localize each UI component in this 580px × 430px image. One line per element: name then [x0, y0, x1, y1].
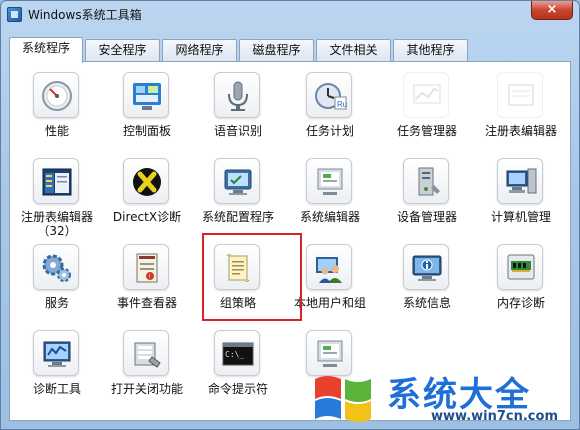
event-viewer-icon: ! — [123, 244, 169, 290]
tool-registry-editor[interactable]: 注册表编辑器 — [473, 68, 569, 152]
tool-computer-management[interactable]: 计算机管理 — [473, 154, 569, 238]
tab-security-programs[interactable]: 安全程序 — [85, 39, 160, 62]
tool-label: 设备管理器 — [396, 210, 457, 224]
tool-label: 控制面板 — [122, 124, 171, 138]
tab-file-related[interactable]: 文件相关 — [316, 39, 391, 62]
local-users-icon — [306, 244, 352, 290]
tool-label: 命令提示符 — [207, 382, 268, 396]
group-policy-highlight — [202, 233, 302, 321]
tool-event-viewer[interactable]: ! 事件查看器 — [99, 240, 195, 324]
tool-directx-diagnostics[interactable]: DirectX诊断 — [99, 154, 195, 238]
tool-label: 诊断工具 — [32, 382, 81, 396]
tab-bar: 系统程序 安全程序 网络程序 磁盘程序 文件相关 其他程序 — [9, 37, 571, 63]
tool-label: 计算机管理 — [490, 210, 551, 224]
tab-disk-programs[interactable]: 磁盘程序 — [239, 39, 314, 62]
tool-command-prompt[interactable]: C:\_ 命令提示符 — [190, 326, 286, 410]
task-scheduler-icon: Ru — [306, 72, 352, 118]
tool-label: DirectX诊断 — [112, 210, 182, 224]
close-button[interactable]: × — [531, 1, 573, 20]
tool-label: 任务管理器 — [396, 124, 457, 138]
watermark-url: www.win7cn.com — [431, 409, 558, 424]
windows-flag-icon — [315, 376, 371, 422]
tool-performance[interactable]: 性能 — [9, 68, 105, 152]
performance-gauge-icon — [33, 72, 79, 118]
tool-control-panel[interactable]: 控制面板 — [99, 68, 195, 152]
tool-window: Windows系统工具箱 × 系统程序 安全程序 网络程序 磁盘程序 文件相关 … — [0, 0, 580, 430]
tab-other-programs[interactable]: 其他程序 — [393, 39, 468, 62]
task-manager-icon — [403, 72, 449, 118]
tool-memory-diagnostics[interactable]: 内存诊断 — [473, 240, 569, 324]
control-panel-icon — [123, 72, 169, 118]
tool-label: 服务 — [44, 296, 69, 310]
tool-speech-recognition[interactable]: 语音识别 — [190, 68, 286, 152]
svg-text:Ru: Ru — [337, 100, 347, 109]
tool-label: 任务计划 — [305, 124, 354, 138]
tab-system-programs[interactable]: 系统程序 — [9, 37, 83, 63]
tool-label: 注册表编辑器（32） — [20, 210, 93, 238]
system-config-icon — [214, 158, 260, 204]
registry-editor-icon — [497, 72, 543, 118]
diagnostic-tools-icon — [33, 330, 79, 376]
services-gear-icon — [33, 244, 79, 290]
watermark: 系统大全 www.win7cn.com — [301, 361, 576, 427]
window-title: Windows系统工具箱 — [28, 8, 142, 22]
tool-label: 打开关闭功能 — [110, 382, 183, 396]
memory-diagnostics-icon — [497, 244, 543, 290]
command-prompt-icon: C:\_ — [214, 330, 260, 376]
windows-features-icon — [123, 330, 169, 376]
device-manager-icon — [403, 158, 449, 204]
tool-task-scheduler[interactable]: Ru 任务计划 — [282, 68, 378, 152]
tool-windows-features[interactable]: 打开关闭功能 — [99, 326, 195, 410]
tool-label: 性能 — [44, 124, 69, 138]
speech-recognition-icon — [214, 72, 260, 118]
tool-task-manager[interactable]: 任务管理器 — [379, 68, 475, 152]
tool-system-editor[interactable]: 系统编辑器 — [282, 154, 378, 238]
tool-label: 语音识别 — [213, 124, 262, 138]
svg-text:C:\_: C:\_ — [225, 350, 244, 359]
tool-system-configuration[interactable]: 系统配置程序 — [190, 154, 286, 238]
tab-network-programs[interactable]: 网络程序 — [162, 39, 237, 62]
tool-registry-editor-32[interactable]: 注册表编辑器（32） — [9, 154, 105, 238]
directx-icon — [123, 158, 169, 204]
registry-editor-32-icon — [33, 158, 79, 204]
system-info-icon — [403, 244, 449, 290]
tool-label: 事件查看器 — [116, 296, 177, 310]
title-bar[interactable]: Windows系统工具箱 × — [1, 1, 579, 27]
tool-diagnostic-tools[interactable]: 诊断工具 — [9, 326, 105, 410]
tool-system-information[interactable]: 系统信息 — [379, 240, 475, 324]
tool-label: 系统信息 — [402, 296, 451, 310]
computer-management-icon — [497, 158, 543, 204]
tool-services[interactable]: 服务 — [9, 240, 105, 324]
system-editor-icon — [306, 158, 352, 204]
tool-label: 内存诊断 — [496, 296, 545, 310]
tool-device-manager[interactable]: 设备管理器 — [379, 154, 475, 238]
tool-label: 注册表编辑器 — [484, 124, 557, 138]
tool-label: 系统编辑器 — [299, 210, 360, 224]
tool-label: 系统配置程序 — [201, 210, 274, 224]
app-icon — [7, 7, 22, 22]
